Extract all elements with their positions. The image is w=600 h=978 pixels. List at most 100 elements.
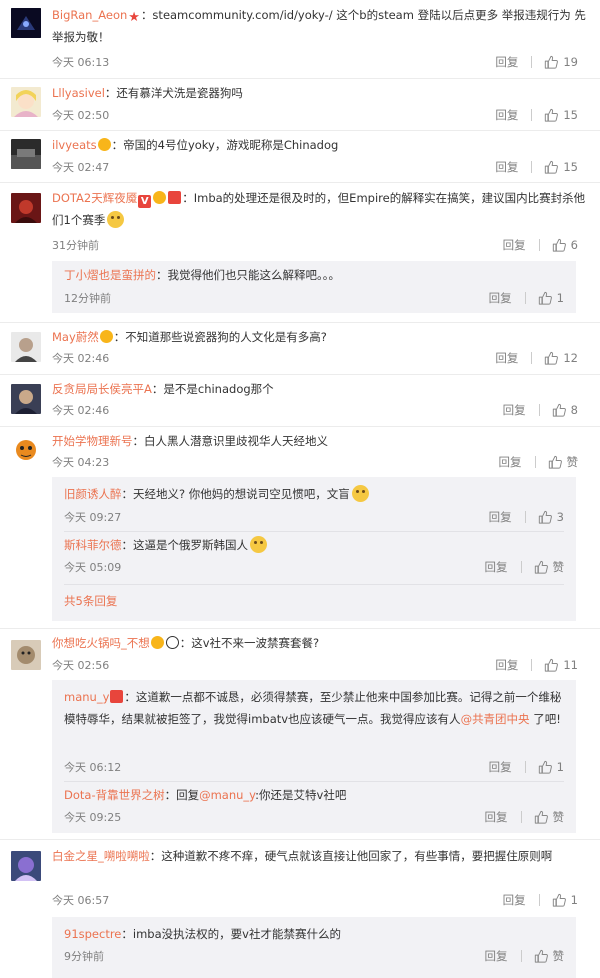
sub-reply-username[interactable]: 丁小熠也是蛮拼的 <box>64 268 156 282</box>
like-button[interactable]: 15 <box>544 108 578 122</box>
thumbs-up-icon <box>548 455 562 469</box>
reply-button[interactable]: 回复 <box>503 237 526 253</box>
like-button[interactable]: 12 <box>544 351 578 365</box>
sub-reply-actions: 回复 1 <box>489 759 564 775</box>
like-button[interactable]: 赞 <box>534 809 564 825</box>
sub-reply-text: 斯科菲尔德：这逼是个俄罗斯韩国人 <box>64 534 564 556</box>
comment-actions: 回复 15 <box>495 107 578 123</box>
comment-actions: 回复 6 <box>503 237 578 253</box>
comment-username[interactable]: 开始学物理新号 <box>52 434 133 448</box>
sub-reply-item: Dota-背靠世界之树：回复@manu_y:你还是艾特v社吧 今天 09:25 … <box>64 784 576 830</box>
sub-reply-text: 旧颜诱人醉：天经地义? 你他妈的想说司空见惯吧，文盲 <box>64 483 564 505</box>
reply-button[interactable]: 回复 <box>489 759 512 775</box>
reply-button[interactable]: 回复 <box>499 454 522 470</box>
avatar[interactable] <box>11 87 41 117</box>
comment-actions: 回复 19 <box>495 54 578 70</box>
sub-reply-time: 今天 06:12 <box>64 761 122 774</box>
like-button[interactable]: 11 <box>544 658 578 672</box>
comment-username[interactable]: 白金之星_嗍啦嗍啦 <box>52 849 150 863</box>
avatar[interactable] <box>11 332 41 362</box>
thumbs-up-icon <box>544 658 558 672</box>
reply-button[interactable]: 回复 <box>495 657 518 673</box>
sub-reply-item: 旧颜诱人醉：天经地义? 你他妈的想说司空见惯吧，文盲 今天 09:27 回复 3 <box>64 483 576 529</box>
comment-text: Lllyasivel：还有慕洋犬洗是瓷器狗吗 <box>52 86 243 100</box>
thumbs-up-icon <box>544 55 558 69</box>
avatar[interactable] <box>11 8 41 38</box>
avatar[interactable] <box>11 193 41 223</box>
reply-button[interactable]: 回复 <box>495 54 518 70</box>
like-button[interactable]: 赞 <box>548 454 578 470</box>
reply-button[interactable]: 回复 <box>485 559 508 575</box>
sub-reply-time: 今天 09:25 <box>64 811 122 824</box>
more-replies-link[interactable]: 共5条回复 <box>64 593 117 609</box>
comment-text: 白金之星_嗍啦嗍啦：这种道歉不疼不痒，硬气点就该直接让他回家了，有些事情，要把握… <box>52 849 553 863</box>
comment-username[interactable]: Lllyasivel <box>52 86 105 100</box>
reply-button[interactable]: 回复 <box>495 107 518 123</box>
sub-reply-username[interactable]: 旧颜诱人醉 <box>64 487 122 501</box>
avatar[interactable] <box>11 384 41 414</box>
like-button[interactable]: 3 <box>538 510 564 524</box>
emoji-icon <box>107 211 125 228</box>
thumbs-up-icon <box>534 810 548 824</box>
sub-reply-username[interactable]: 91spectre <box>64 927 121 941</box>
like-count: 1 <box>570 893 578 907</box>
like-button[interactable]: 15 <box>544 160 578 174</box>
avatar[interactable] <box>11 436 41 466</box>
comment-username[interactable]: BigRan_Aeon <box>52 8 127 22</box>
comment-username[interactable]: DOTA2天辉夜魇 <box>52 191 137 205</box>
reply-button[interactable]: 回复 <box>489 509 512 525</box>
reply-button[interactable]: 回复 <box>485 809 508 825</box>
avatar[interactable] <box>11 851 41 881</box>
comment-text: 你想吃火锅吗_不想 ：这v社不来一波禁赛套餐? <box>52 636 320 650</box>
thumbs-up-icon <box>534 560 548 574</box>
comment-item: BigRan_Aeon★：steamcommunity.com/id/yoky-… <box>0 0 600 79</box>
mention-link[interactable]: @共青团中央 <box>461 712 530 726</box>
like-button[interactable]: 1 <box>538 291 564 305</box>
comment-time: 今天 02:56 <box>52 659 110 672</box>
star-badge-icon: ★ <box>128 10 140 25</box>
thumbs-up-icon <box>544 351 558 365</box>
comment-actions: 回复 1 <box>503 892 578 908</box>
like-count: 19 <box>563 55 578 69</box>
like-button[interactable]: 1 <box>552 893 578 907</box>
like-button[interactable]: 19 <box>544 55 578 69</box>
reply-button[interactable]: 回复 <box>485 948 508 964</box>
comment-item: DOTA2天辉夜魇 V ：Imba的处理还是很及时的，但Empire的解释实在搞笑，… <box>0 183 600 323</box>
reply-button[interactable]: 回复 <box>503 892 526 908</box>
avatar[interactable] <box>11 139 41 169</box>
reply-button[interactable]: 回复 <box>495 159 518 175</box>
sub-reply-time: 9分钟前 <box>64 950 104 963</box>
sub-reply-text: 91spectre：imba没执法权的，要v社才能禁赛什么的 <box>64 927 341 941</box>
sub-reply-username[interactable]: manu_y <box>64 690 109 704</box>
sub-reply-username[interactable]: Dota-背靠世界之树 <box>64 788 165 802</box>
like-button[interactable]: 赞 <box>534 559 564 575</box>
comment-username[interactable]: ilvyeats <box>52 138 97 152</box>
sub-reply-item: 斯科菲尔德：这逼是个俄罗斯韩国人 今天 05:09 回复 赞 <box>64 534 576 580</box>
comment-item: May蔚然 ：不知道那些说瓷器狗的人文化是有多高? 今天 02:46 回复 12 <box>0 323 600 375</box>
comment-username[interactable]: 你想吃火锅吗_不想 <box>52 636 150 650</box>
mention-link[interactable]: @manu_y <box>199 788 255 802</box>
reply-button[interactable]: 回复 <box>489 290 512 306</box>
like-count: 1 <box>556 760 564 774</box>
sub-replies: manu_y ：这道歉一点都不诚恳，必须得禁赛，至少禁止他来中国参加比赛。记得之前… <box>52 680 576 833</box>
reply-button[interactable]: 回复 <box>495 350 518 366</box>
reply-button[interactable]: 回复 <box>503 402 526 418</box>
like-button[interactable]: 1 <box>538 760 564 774</box>
like-count: 3 <box>556 510 564 524</box>
comment-username[interactable]: 反贪局局长侯亮平A <box>52 382 152 396</box>
like-button[interactable]: 赞 <box>534 948 564 964</box>
sub-reply-actions: 回复 1 <box>489 290 564 306</box>
like-button[interactable]: 8 <box>552 403 578 417</box>
thumbs-up-icon <box>552 238 566 252</box>
sub-reply-username[interactable]: 斯科菲尔德 <box>64 538 122 552</box>
like-button[interactable]: 6 <box>552 238 578 252</box>
comment-time: 今天 06:13 <box>52 56 110 69</box>
comment-actions: 回复 8 <box>503 402 578 418</box>
thumbs-up-icon <box>552 893 566 907</box>
like-count: 11 <box>563 658 578 672</box>
avatar[interactable] <box>11 640 41 670</box>
sub-replies: 旧颜诱人醉：天经地义? 你他妈的想说司空见惯吧，文盲 今天 09:27 回复 3… <box>52 477 576 621</box>
like-count: 1 <box>556 291 564 305</box>
comment-username[interactable]: May蔚然 <box>52 330 99 344</box>
sub-reply-item: 丁小熠也是蛮拼的：我觉得他们也只能这么解释吧。。。 12分钟前 回复 1 <box>64 264 576 310</box>
